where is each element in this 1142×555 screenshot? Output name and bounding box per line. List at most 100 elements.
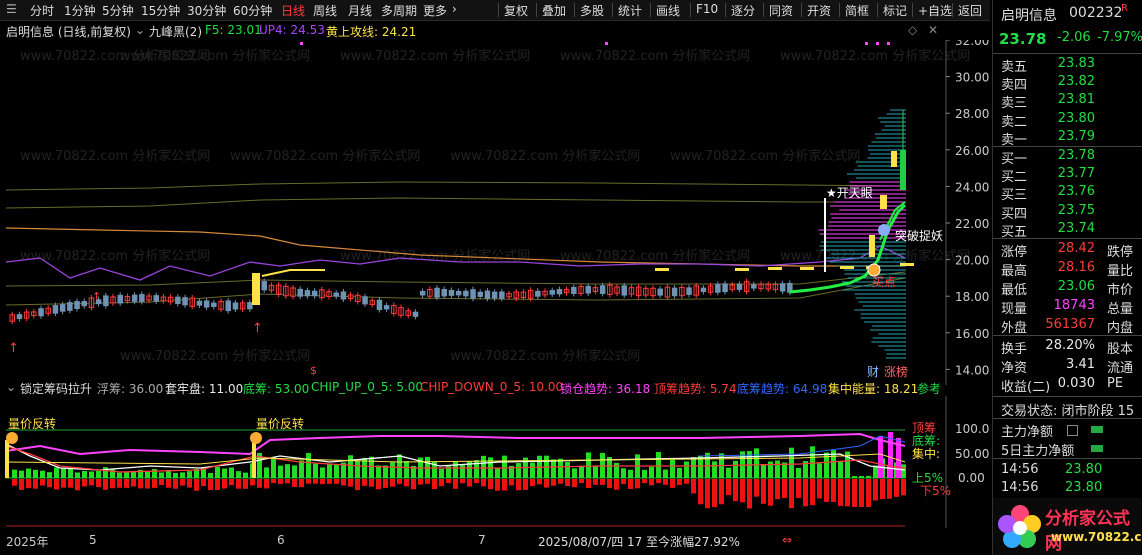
quote-label: 买二 [1001,170,1028,186]
yellow-signal-bar [880,195,887,209]
toolbar-button[interactable]: 多股 [580,2,604,19]
toolbar-button[interactable]: 返回 [958,2,982,19]
chip-up-bar [236,471,241,478]
chip-down-bar [89,479,94,486]
chip-down-bar [516,479,521,491]
period-tab[interactable]: 60分钟 [233,2,272,19]
period-tab[interactable]: 1分钟 [64,2,96,19]
chip-down-bar [166,479,171,488]
period-tab[interactable]: 15分钟 [141,2,180,19]
finance-flag[interactable]: 财 [867,365,879,379]
date-axis: 2025年 5 6 7 2025/08/07/四 17 至今涨幅27.92% ⇔ [0,530,990,555]
diamond-icon[interactable]: ◇ [908,23,917,37]
chip-down-bar [369,479,374,487]
yellow-mark [900,263,914,266]
chip-down-bar [656,479,661,484]
chip-down-bar [96,479,101,488]
chip-up-bar [852,476,857,478]
close-icon[interactable]: ✕ [928,23,938,37]
quote-row: 买一 23.78 [993,148,1142,167]
chip-down-bar [54,479,59,490]
info-icon[interactable] [1067,425,1078,436]
magenta-bar [878,436,883,478]
chip-down-bar [733,479,738,502]
indicator-title[interactable]: 锁定筹码拉升 [20,380,92,397]
chip-down-bar [187,479,192,488]
kline-chart[interactable]: www.70822.com 分析家公式网 www.70822.com 分析家公式网… [0,40,990,385]
chip-down-bar [684,479,689,484]
watermark-text: www.70822.com 分析家公式网 [20,248,210,264]
chip-down-bar [488,479,493,490]
quote-label: 卖一 [1001,132,1028,148]
chip-up-bar [68,467,73,478]
watermark-text: www.70822.com 分析家公式网 [20,148,210,164]
toolbar-button[interactable]: +自选 [918,2,952,19]
period-tab[interactable]: 日线 [281,2,305,19]
chip-down-bar [551,479,556,486]
toolbar-button[interactable]: 统计 [618,2,642,19]
chip-up-bar [712,461,717,478]
toolbar-button[interactable]: 同资 [769,2,793,19]
chip-down-bar [432,479,437,490]
y-tick: 50.00 [955,447,989,461]
toolbar-button[interactable]: 简框 [845,2,869,19]
chip-down-bar [376,479,381,490]
quote-label: 收益(二) [1001,380,1051,395]
toolbar-button[interactable]: 标记 [883,2,907,19]
period-tab[interactable]: 多周期 [381,2,417,19]
flower-logo-icon [998,505,1041,548]
quote-value: 28.20% [1045,338,1095,353]
scroll-arrows-icon[interactable]: ⇔ [782,533,792,547]
chip-down-bar [82,479,87,487]
chip-down-bar [453,479,458,489]
chip-up-bar [593,465,598,478]
toolbar-button[interactable]: 叠加 [542,2,566,19]
menu-icon[interactable]: ☰ [6,2,17,16]
toolbar-button[interactable]: 画线 [656,2,680,19]
period-tab[interactable]: 5分钟 [102,2,134,19]
quote-label: 现量 [1001,302,1028,317]
chip-up-bar [726,467,731,478]
chip-down-bar [747,479,752,509]
chip-down-bar [117,479,122,488]
quote-value: 23.82 [1057,74,1095,90]
indicator-name[interactable]: 九峰黑(2) [149,23,202,40]
chip-down-bar [292,479,297,487]
chip-down-bar [817,479,822,499]
indicator-dropdown-icon[interactable]: ⌄ [135,23,145,37]
chip-down-bar [229,479,234,486]
quote-value: 23.74 [1057,220,1095,236]
chip-up-bar [40,470,45,478]
tick-price: 23.80 [1065,462,1103,477]
quote-row: 卖三 23.81 [993,92,1142,111]
chip-up-bar [222,468,227,478]
concentrate-label: 集中: [912,446,940,461]
chip-indicator-chart[interactable]: 量价反转 量价反转 顶筹 底筹: 集中: 上5% 下5% 100.0 50.00… [0,396,990,528]
buy-point-label: 买点 [872,275,896,289]
indicator-dropdown-icon[interactable]: ⌄ [6,380,16,394]
chip-down-bar [621,479,626,485]
ma-line-olive-2 [5,197,905,209]
period-tab[interactable]: 30分钟 [187,2,226,19]
chip-down-bar [110,479,115,489]
chip-down-bar [222,479,227,489]
toolbar-button[interactable]: F10 [696,2,718,16]
watermark-text: www.70822.com 分析家公式网 [230,148,420,164]
more-arrow[interactable]: › [452,2,457,16]
chip-down-bar [579,479,584,484]
toolbar-button[interactable]: 逐分 [731,2,755,19]
toolbar-button[interactable]: 开资 [807,2,831,19]
chip-up-bar [579,465,584,478]
period-tab[interactable]: 分时 [30,2,54,19]
indicator-value: 浮筹: 36.00 [97,382,164,396]
zhangting-flag[interactable]: 涨榜 [884,364,908,379]
chip-down-bar [628,479,633,489]
top-marker [605,42,608,45]
price-change-pct: -7.97% [1097,30,1142,45]
toolbar-button[interactable]: 复权 [504,2,528,19]
period-tab[interactable]: 月线 [348,2,372,19]
period-tab[interactable]: 更多 [423,2,447,19]
yellow-mark [735,268,749,271]
period-tab[interactable]: 周线 [313,2,337,19]
chip-up-bar [628,469,633,478]
